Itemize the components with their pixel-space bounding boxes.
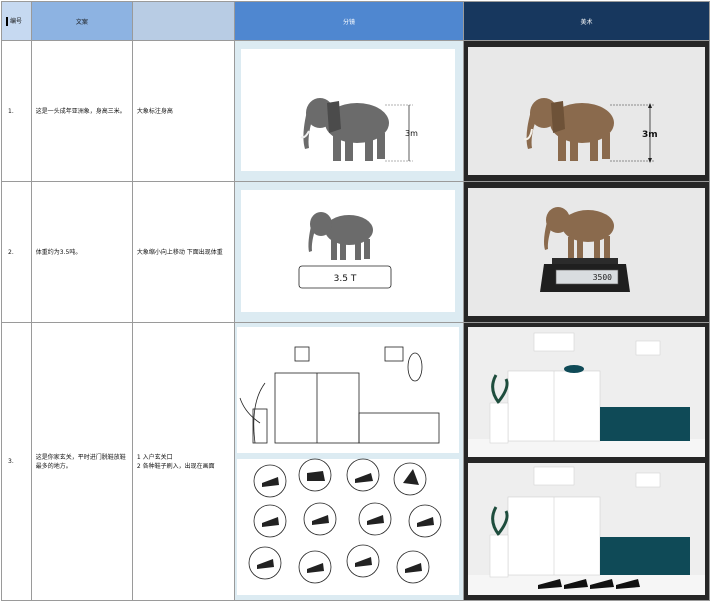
header-copy: 文案: [30, 1, 133, 41]
elephant-sketch: 3m: [240, 49, 455, 171]
table-row: 2. 体重约为3.5吨。 大象缩小向上移动 下面出现体重 3.5 T 3500: [1, 181, 710, 323]
row-number: 1.: [1, 40, 32, 182]
elephant-weight-sketch: 3.5 T: [240, 190, 455, 312]
height-label: 3m: [405, 129, 418, 138]
note-text: 大象缩小向上移动 下面出现体重: [131, 181, 235, 323]
header-row: 编号 文案 分镜 美术: [1, 1, 710, 41]
height-label: 3m: [642, 130, 658, 140]
header-art: 美术: [462, 1, 710, 41]
art-panel: [462, 322, 710, 601]
table-row: 3. 这是你家玄关，平时进门脱鞋放鞋最多的地方。 1 入户玄关口 2 各种鞋子刷…: [1, 322, 710, 601]
header-note: [131, 1, 235, 41]
row-number: 3.: [1, 322, 32, 601]
note-line: 2 各种鞋子刷入，出现在画面: [136, 462, 215, 470]
note-line: 1 入户玄关口: [136, 453, 173, 461]
table-row: 1. 这是一头成年亚洲象，身高三米。 大象标注身高 3m 3m: [1, 40, 710, 182]
elephant-scale-render: 3500: [467, 188, 705, 316]
entryway-sketches: [236, 327, 459, 595]
copy-text: 体重约为3.5吨。: [30, 181, 133, 323]
elephant-render: 3m: [467, 47, 705, 175]
entryway-renders: [467, 327, 705, 595]
header-storyboard: 分镜: [233, 1, 464, 41]
storyboard-panel: [233, 322, 464, 601]
copy-text: 这是一头成年亚洲象，身高三米。: [30, 40, 133, 182]
storyboard-table: 编号 文案 分镜 美术 1. 这是一头成年亚洲象，身高三米。 大象标注身高 3m…: [1, 1, 710, 601]
note-text: 大象标注身高: [131, 40, 235, 182]
storyboard-sheet: 编号 文案 分镜 美术 1. 这是一头成年亚洲象，身高三米。 大象标注身高 3m…: [0, 0, 710, 601]
copy-text: 这是你家玄关，平时进门脱鞋放鞋最多的地方。: [30, 322, 133, 601]
header-num: 编号: [1, 1, 32, 41]
art-panel: 3500: [462, 181, 710, 323]
row-number: 2.: [1, 181, 32, 323]
note-text: 1 入户玄关口 2 各种鞋子刷入，出现在画面: [131, 322, 235, 601]
art-panel: 3m: [462, 40, 710, 182]
weight-label: 3.5 T: [334, 274, 357, 284]
scale-readout: 3500: [593, 273, 612, 282]
storyboard-panel: 3m: [233, 40, 464, 182]
storyboard-panel: 3.5 T: [233, 181, 464, 323]
